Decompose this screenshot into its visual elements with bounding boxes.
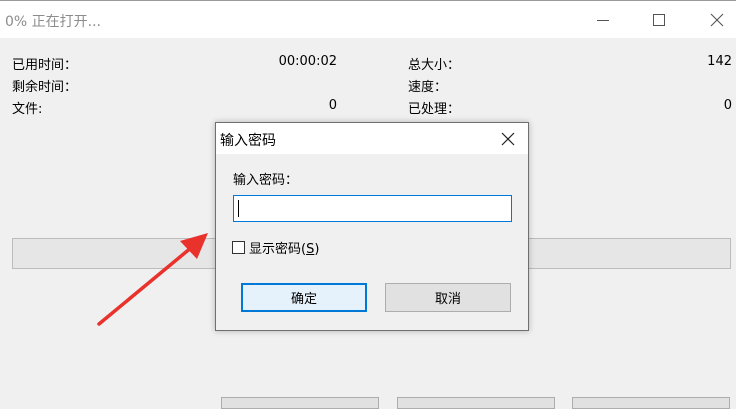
show-password-label-prefix: 显示密码( — [249, 242, 307, 257]
files-label: 文件: — [12, 102, 43, 117]
show-password-label-suffix: ) — [314, 242, 320, 257]
total-size-label: 总大小： — [408, 58, 461, 73]
dialog-title: 输入密码 — [220, 133, 276, 149]
close-icon — [501, 132, 515, 145]
window-title: 0% 正在打开... — [5, 14, 102, 30]
total-size-value: 142 — [707, 54, 732, 69]
show-password-checkbox[interactable]: 显示密码(S) — [232, 238, 319, 257]
speed-label: 速度： — [408, 80, 448, 95]
dialog-close-button[interactable] — [488, 123, 528, 154]
password-dialog: 输入密码 输入密码： 显示密码(S) 确定 取消 — [215, 122, 529, 331]
close-button[interactable] — [694, 1, 736, 38]
cancel-button[interactable]: 取消 — [385, 283, 511, 312]
pause-button[interactable] — [397, 397, 555, 409]
minimize-icon — [597, 19, 609, 21]
elapsed-time-label: 已用时间： — [12, 58, 78, 73]
minimize-button[interactable] — [580, 1, 626, 38]
processed-value: 0 — [723, 98, 732, 113]
dialog-titlebar: 输入密码 — [216, 123, 528, 154]
password-label: 输入密码： — [233, 173, 299, 188]
checkbox-box[interactable] — [232, 241, 245, 254]
password-input[interactable] — [233, 195, 512, 222]
ok-button[interactable]: 确定 — [241, 283, 367, 312]
window-titlebar: 0% 正在打开... — [0, 0, 736, 38]
show-password-label: 显示密码(S) — [249, 238, 319, 257]
maximize-button[interactable] — [636, 1, 682, 38]
files-value: 0 — [328, 98, 337, 113]
progress-window: 0% 正在打开... 已用时间： 00:00:02 剩余时间： 文件: 0 总大… — [0, 0, 736, 409]
elapsed-time-value: 00:00:02 — [278, 54, 337, 69]
text-caret — [238, 200, 239, 217]
processed-label: 已处理： — [408, 102, 461, 117]
remaining-time-label: 剩余时间： — [12, 80, 78, 95]
close-icon — [710, 13, 724, 26]
maximize-icon — [653, 13, 665, 26]
cancel-operation-button[interactable] — [572, 397, 730, 409]
background-button[interactable] — [221, 397, 379, 409]
